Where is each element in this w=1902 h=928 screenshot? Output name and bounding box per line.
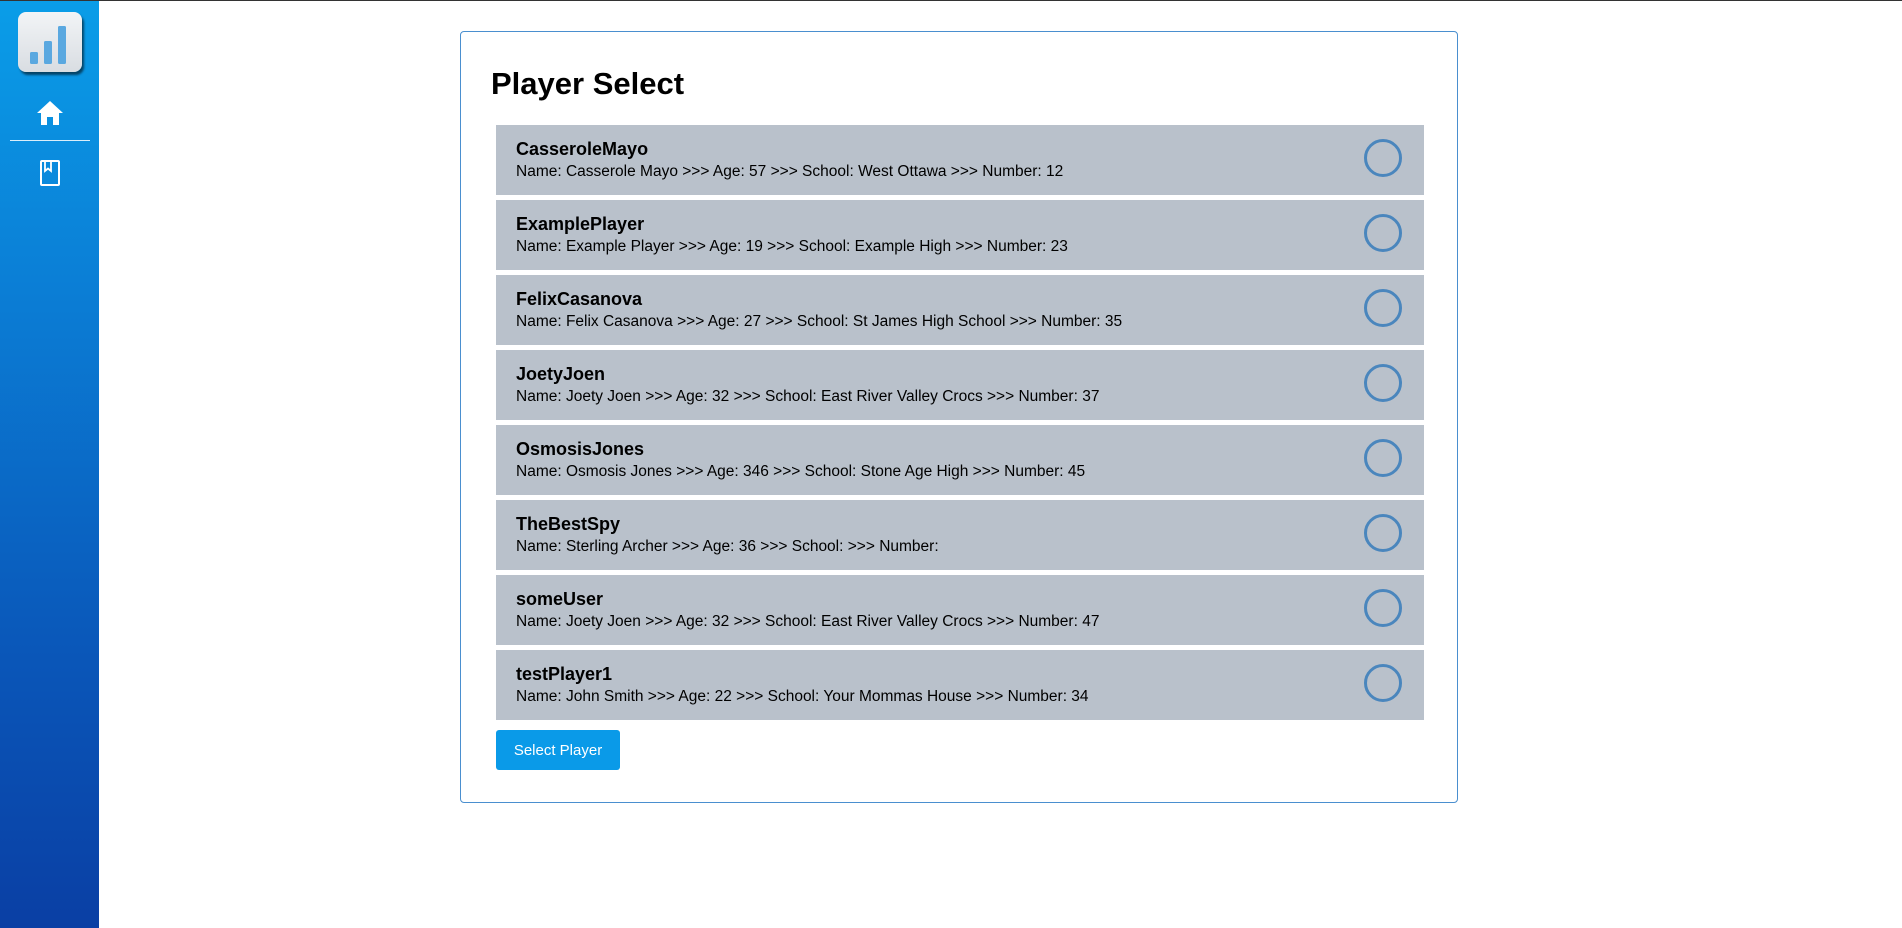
player-row[interactable]: JoetyJoen Name: Joety Joen >>> Age: 32 >… bbox=[496, 350, 1424, 420]
player-radio-button[interactable] bbox=[1364, 139, 1402, 177]
player-row[interactable]: testPlayer1 Name: John Smith >>> Age: 22… bbox=[496, 650, 1424, 720]
player-radio-button[interactable] bbox=[1364, 514, 1402, 552]
player-details: Name: Sterling Archer >>> Age: 36 >>> Sc… bbox=[516, 538, 939, 555]
nav-divider bbox=[10, 140, 90, 141]
player-username: OsmosisJones bbox=[516, 439, 645, 459]
nav-book-button[interactable] bbox=[37, 158, 63, 188]
app-logo[interactable] bbox=[18, 12, 82, 72]
player-details: Name: Example Player >>> Age: 19 >>> Sch… bbox=[516, 238, 1068, 255]
nav-home-button[interactable] bbox=[35, 98, 65, 128]
player-row[interactable]: OsmosisJones Name: Osmosis Jones >>> Age… bbox=[496, 425, 1424, 495]
sidebar bbox=[0, 1, 99, 928]
player-radio-button[interactable] bbox=[1364, 214, 1402, 252]
player-username: someUser bbox=[516, 589, 604, 609]
bar-chart-icon bbox=[30, 26, 66, 64]
player-radio-button[interactable] bbox=[1364, 589, 1402, 627]
player-radio-button[interactable] bbox=[1364, 289, 1402, 327]
player-details: Name: Osmosis Jones >>> Age: 346 >>> Sch… bbox=[516, 463, 1086, 480]
book-icon bbox=[40, 160, 60, 186]
player-username: FelixCasanova bbox=[516, 289, 643, 309]
player-details: Name: Joety Joen >>> Age: 32 >>> School:… bbox=[516, 388, 1100, 405]
player-radio-button[interactable] bbox=[1364, 364, 1402, 402]
page-title: Player Select bbox=[491, 66, 685, 101]
player-details: Name: John Smith >>> Age: 22 >>> School:… bbox=[516, 688, 1089, 705]
player-row[interactable]: ExamplePlayer Name: Example Player >>> A… bbox=[496, 200, 1424, 270]
player-row[interactable]: TheBestSpy Name: Sterling Archer >>> Age… bbox=[496, 500, 1424, 570]
player-details: Name: Felix Casanova >>> Age: 27 >>> Sch… bbox=[516, 313, 1123, 330]
player-list: CasseroleMayo Name: Casserole Mayo >>> A… bbox=[496, 125, 1424, 725]
player-select-panel: Player Select CasseroleMayo Name: Casser… bbox=[460, 31, 1458, 803]
player-radio-button[interactable] bbox=[1364, 439, 1402, 477]
player-row[interactable]: CasseroleMayo Name: Casserole Mayo >>> A… bbox=[496, 125, 1424, 195]
player-username: ExamplePlayer bbox=[516, 214, 645, 234]
select-player-button[interactable]: Select Player bbox=[496, 730, 620, 770]
player-username: CasseroleMayo bbox=[516, 139, 649, 159]
player-row[interactable]: someUser Name: Joety Joen >>> Age: 32 >>… bbox=[496, 575, 1424, 645]
player-details: Name: Joety Joen >>> Age: 32 >>> School:… bbox=[516, 613, 1100, 630]
player-radio-button[interactable] bbox=[1364, 664, 1402, 702]
player-username: JoetyJoen bbox=[516, 364, 606, 384]
player-username: testPlayer1 bbox=[516, 664, 613, 684]
top-border-line bbox=[0, 0, 1902, 1]
player-row[interactable]: FelixCasanova Name: Felix Casanova >>> A… bbox=[496, 275, 1424, 345]
home-icon bbox=[37, 101, 63, 125]
player-username: TheBestSpy bbox=[516, 514, 621, 534]
player-details: Name: Casserole Mayo >>> Age: 57 >>> Sch… bbox=[516, 163, 1064, 180]
